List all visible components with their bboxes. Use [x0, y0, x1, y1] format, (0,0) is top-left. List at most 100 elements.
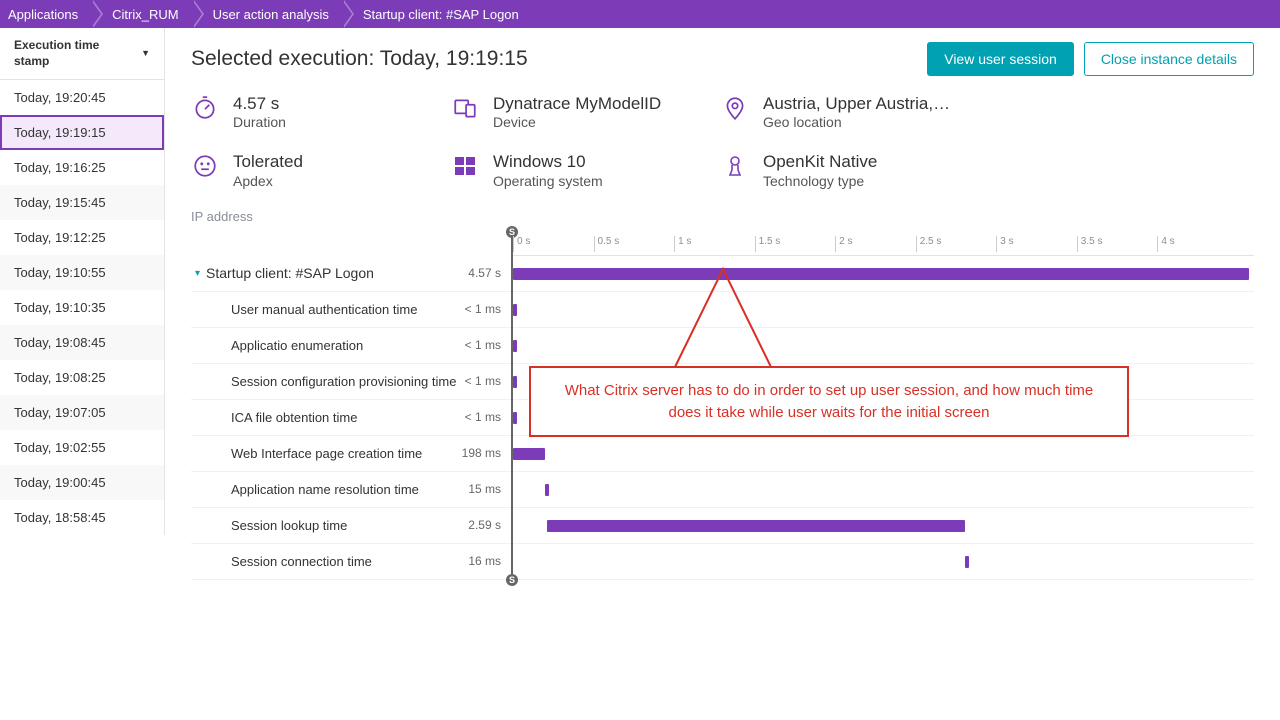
axis-tick: 0.5 s — [594, 236, 620, 252]
info-value: 4.57 s — [233, 94, 286, 114]
apdex-icon — [191, 152, 219, 180]
info-value: Austria, Upper Austria,… — [763, 94, 950, 114]
waterfall-bar — [513, 340, 517, 352]
chevron-down-icon[interactable]: ▾ — [195, 268, 200, 279]
breadcrumb-citrix-rum[interactable]: Citrix_RUM — [92, 0, 192, 28]
axis-tick: 3 s — [996, 236, 1013, 252]
info-label: Device — [493, 114, 661, 130]
waterfall-bar-row — [513, 436, 1254, 472]
windows-icon — [451, 152, 479, 180]
main-panel: Selected execution: Today, 19:19:15 View… — [165, 28, 1280, 608]
breadcrumb-user-action-analysis[interactable]: User action analysis — [193, 0, 343, 28]
waterfall-chart: ▾ Startup client: #SAP Logon 4.57 s User ma… — [191, 232, 1254, 580]
info-label: Technology type — [763, 173, 877, 189]
execution-list-item[interactable]: Today, 19:08:25 — [0, 360, 164, 395]
info-label: Apdex — [233, 173, 303, 189]
waterfall-row-name: User manual authentication time — [231, 302, 417, 317]
view-user-session-button[interactable]: View user session — [927, 42, 1074, 76]
info-value: Dynatrace MyModelID — [493, 94, 661, 114]
breadcrumb-startup-client[interactable]: Startup client: #SAP Logon — [343, 0, 533, 28]
info-apdex: ToleratedApdex — [191, 152, 451, 188]
waterfall-row: Session lookup time 2.59 s — [191, 508, 511, 544]
waterfall-row: User manual authentication time < 1 ms — [191, 292, 511, 328]
info-label: Geo location — [763, 114, 950, 130]
execution-list-item[interactable]: Today, 19:07:05 — [0, 395, 164, 430]
geo-icon — [721, 94, 749, 122]
waterfall-row-name: Session configuration provisioning time — [231, 374, 456, 389]
waterfall-bar — [965, 556, 969, 568]
axis-tick: 2 s — [835, 236, 852, 252]
waterfall-bar-row — [513, 472, 1254, 508]
waterfall-row-name: Session lookup time — [231, 518, 347, 533]
sort-descending-icon: ▼ — [141, 48, 150, 60]
waterfall-bar — [547, 520, 964, 532]
waterfall-row-duration: 4.57 s — [468, 266, 511, 280]
execution-list-item[interactable]: Today, 19:00:45 — [0, 465, 164, 500]
waterfall-row-duration: < 1 ms — [465, 302, 511, 316]
info-geo-location: Austria, Upper Austria,…Geo location — [721, 94, 1021, 130]
waterfall-row: Applicatio enumeration < 1 ms — [191, 328, 511, 364]
page-title: Selected execution: Today, 19:19:15 — [191, 47, 528, 71]
info-value: Windows 10 — [493, 152, 603, 172]
waterfall-row-name: Web Interface page creation time — [231, 446, 422, 461]
info-label: Duration — [233, 114, 286, 130]
waterfall-row-duration: 16 ms — [468, 554, 511, 568]
ip-address-label: IP address — [191, 209, 1254, 224]
close-instance-details-button[interactable]: Close instance details — [1084, 42, 1254, 76]
info-technology-type: OpenKit NativeTechnology type — [721, 152, 1021, 188]
waterfall-bar — [545, 484, 549, 496]
waterfall-row-name: Application name resolution time — [231, 482, 419, 497]
waterfall-row-name: Startup client: #SAP Logon — [206, 265, 374, 281]
axis-tick: 2.5 s — [916, 236, 942, 252]
sidebar-header[interactable]: Execution time stamp ▼ — [0, 28, 164, 80]
sidebar-header-label: Execution time stamp — [14, 38, 137, 69]
waterfall-bar-row — [513, 292, 1254, 328]
waterfall-row: Session connection time16 ms — [191, 544, 511, 580]
waterfall-bar-row — [513, 544, 1254, 580]
start-marker-icon: S — [506, 574, 518, 586]
waterfall-row-duration: < 1 ms — [465, 338, 511, 352]
execution-list-item[interactable]: Today, 19:16:25 — [0, 150, 164, 185]
info-duration: 4.57 sDuration — [191, 94, 451, 130]
info-value: OpenKit Native — [763, 152, 877, 172]
waterfall-row-duration: 2.59 s — [468, 518, 511, 532]
info-value: Tolerated — [233, 152, 303, 172]
waterfall-row: Application name resolution time15 ms — [191, 472, 511, 508]
info-operating-system: Windows 10Operating system — [451, 152, 721, 188]
waterfall-row-duration: < 1 ms — [465, 410, 511, 424]
execution-list-item[interactable]: Today, 19:19:15 — [0, 115, 164, 150]
annotation-pointer-icon — [671, 265, 781, 369]
execution-list-item[interactable]: Today, 19:10:35 — [0, 290, 164, 325]
annotation-callout: What Citrix server has to do in order to… — [529, 366, 1129, 438]
waterfall-bar — [513, 412, 517, 424]
execution-list-item[interactable]: Today, 19:08:45 — [0, 325, 164, 360]
waterfall-row-name: ICA file obtention time — [231, 410, 357, 425]
execution-list-sidebar: Execution time stamp ▼ Today, 19:20:45To… — [0, 28, 165, 535]
execution-list-item[interactable]: Today, 19:10:55 — [0, 255, 164, 290]
waterfall-row-name: Applicatio enumeration — [231, 338, 363, 353]
waterfall-bar — [513, 448, 545, 460]
device-icon — [451, 94, 479, 122]
waterfall-row: Web Interface page creation time198 ms — [191, 436, 511, 472]
stopwatch-icon — [191, 94, 219, 122]
axis-tick: 1.5 s — [755, 236, 781, 252]
execution-list-item[interactable]: Today, 19:12:25 — [0, 220, 164, 255]
execution-list-item[interactable]: Today, 19:20:45 — [0, 80, 164, 115]
waterfall-row: ICA file obtention time < 1 ms — [191, 400, 511, 436]
info-device: Dynatrace MyModelIDDevice — [451, 94, 721, 130]
info-label: Operating system — [493, 173, 603, 189]
execution-list-item[interactable]: Today, 19:02:55 — [0, 430, 164, 465]
execution-list-item[interactable]: Today, 18:58:45 — [0, 500, 164, 535]
waterfall-row: Session configuration provisioning time<… — [191, 364, 511, 400]
waterfall-bar-row — [513, 508, 1254, 544]
breadcrumb: Applications Citrix_RUM User action anal… — [0, 0, 1280, 28]
waterfall-bar — [513, 268, 1249, 280]
waterfall-bar — [513, 376, 517, 388]
waterfall-bar — [513, 304, 517, 316]
waterfall-bar-row — [513, 328, 1254, 364]
waterfall-bar-row — [513, 256, 1254, 292]
execution-list-item[interactable]: Today, 19:15:45 — [0, 185, 164, 220]
breadcrumb-applications[interactable]: Applications — [0, 0, 92, 28]
axis-tick: 1 s — [674, 236, 691, 252]
waterfall-row[interactable]: ▾ Startup client: #SAP Logon 4.57 s — [191, 256, 511, 292]
